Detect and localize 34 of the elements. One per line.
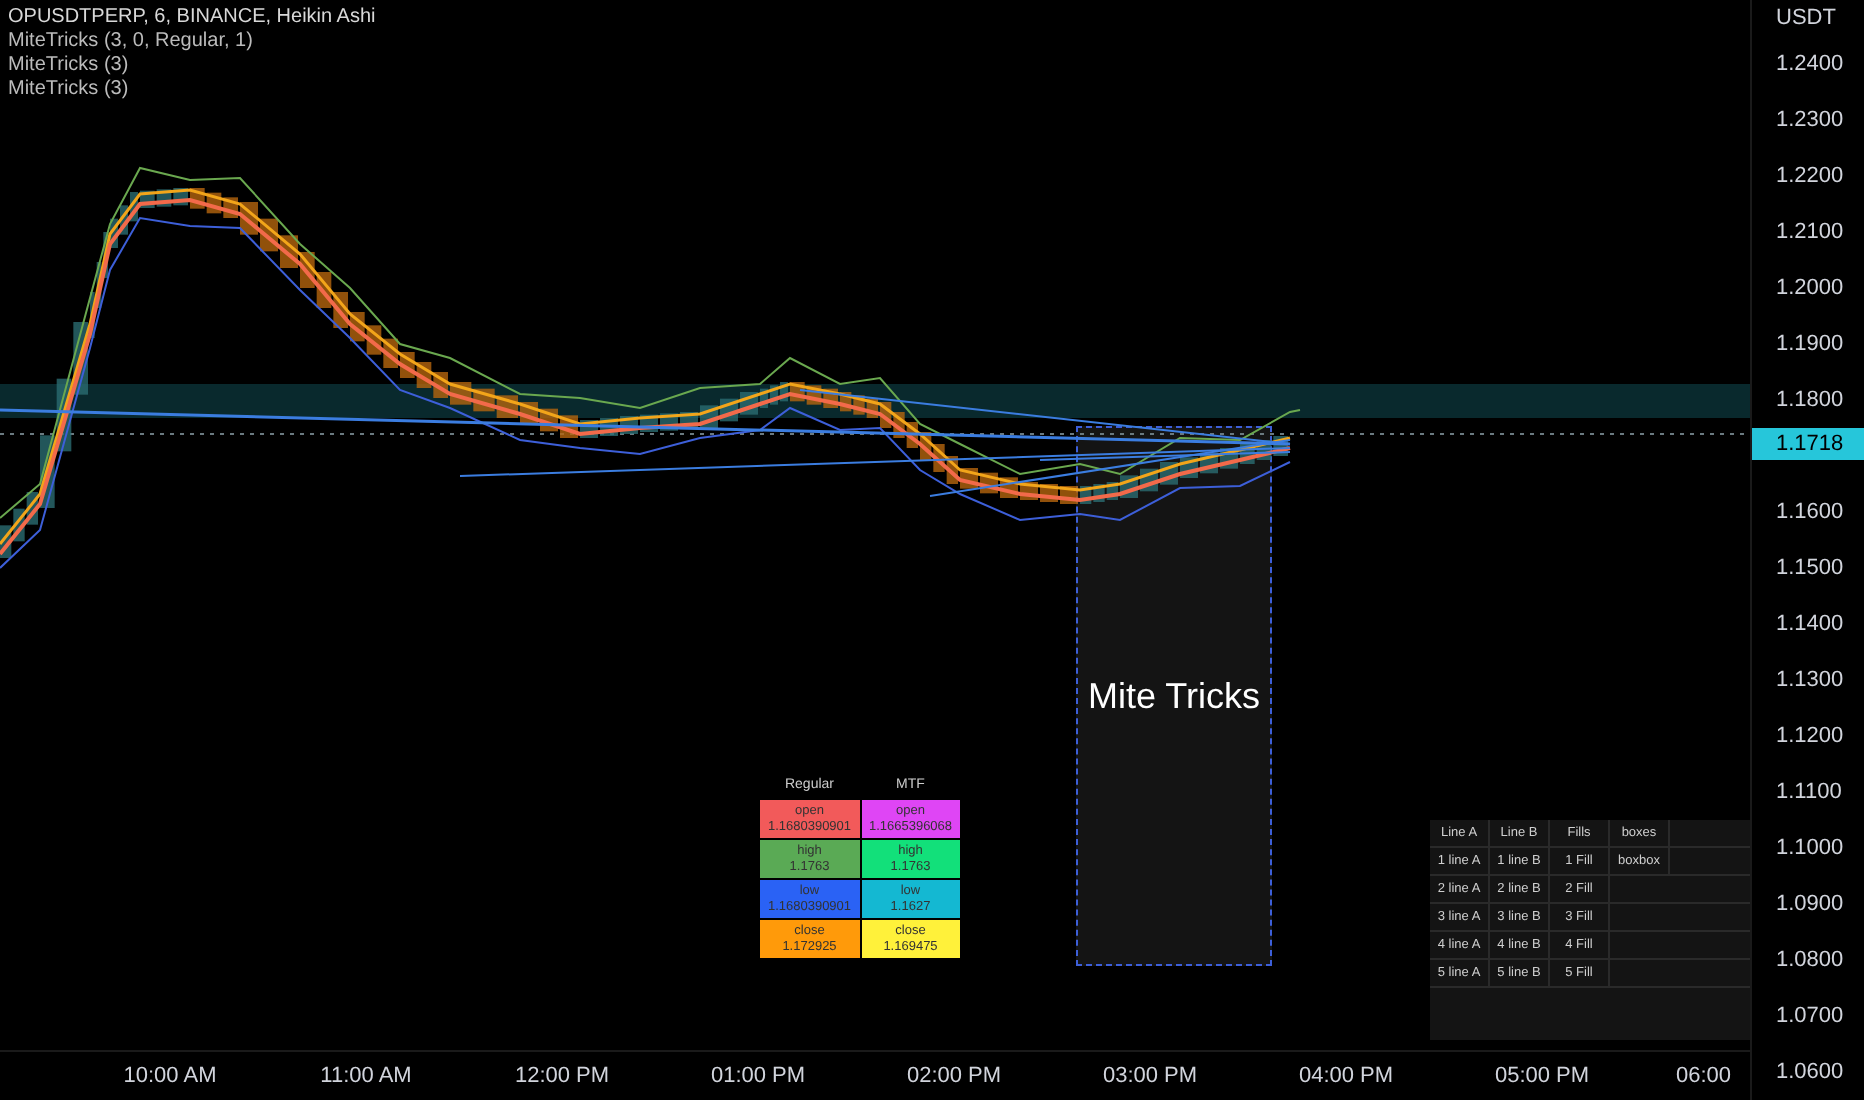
time-label: 10:00 AM [121,1061,219,1092]
time-label: 12:00 PM [512,1061,612,1092]
price-label: 1.1200 [1776,721,1844,752]
price-label: 1.1100 [1776,777,1842,808]
price-label: 1.1600 [1776,497,1844,528]
price-label: 1.1000 [1776,833,1844,864]
indicator-label: MiteTricks (3) [8,54,131,78]
price-label: 1.2400 [1776,49,1844,80]
currency-label: USDT [1776,3,1836,34]
time-label: 01:00 PM [708,1061,808,1092]
last-price-tag: 1.1718 [1752,428,1864,460]
indicator-label: MiteTricks (3, 0, Regular, 1) [8,30,255,54]
price-label: 1.0600 [1776,1057,1844,1088]
time-label: 04:00 PM [1296,1061,1396,1092]
price-label: 1.1300 [1776,665,1844,696]
time-label: 11:00 AM [318,1061,414,1092]
price-label: 1.2300 [1776,105,1844,136]
price-label: 1.0800 [1776,945,1844,976]
symbol-title: OPUSDTPERP, 6, BINANCE, Heikin Ashi [8,6,376,30]
price-label: 1.2100 [1776,217,1844,248]
time-label: 03:00 PM [1100,1061,1200,1092]
time-label: 05:00 PM [1492,1061,1592,1092]
time-label: 02:00 PM [904,1061,1004,1092]
indicator-label: MiteTricks (3) [8,78,131,102]
price-label: 1.1500 [1776,553,1844,584]
price-label: 1.2200 [1776,161,1844,192]
price-label: 1.1800 [1776,385,1844,416]
price-label: 1.1400 [1776,609,1844,640]
price-label: 1.0900 [1776,889,1844,920]
price-label: 1.2000 [1776,273,1844,304]
price-label: 1.1900 [1776,329,1844,360]
price-label: 1.0700 [1776,1001,1844,1032]
time-label: 06:00 [1676,1061,1732,1092]
box-label: Mite Tricks [1087,673,1260,719]
